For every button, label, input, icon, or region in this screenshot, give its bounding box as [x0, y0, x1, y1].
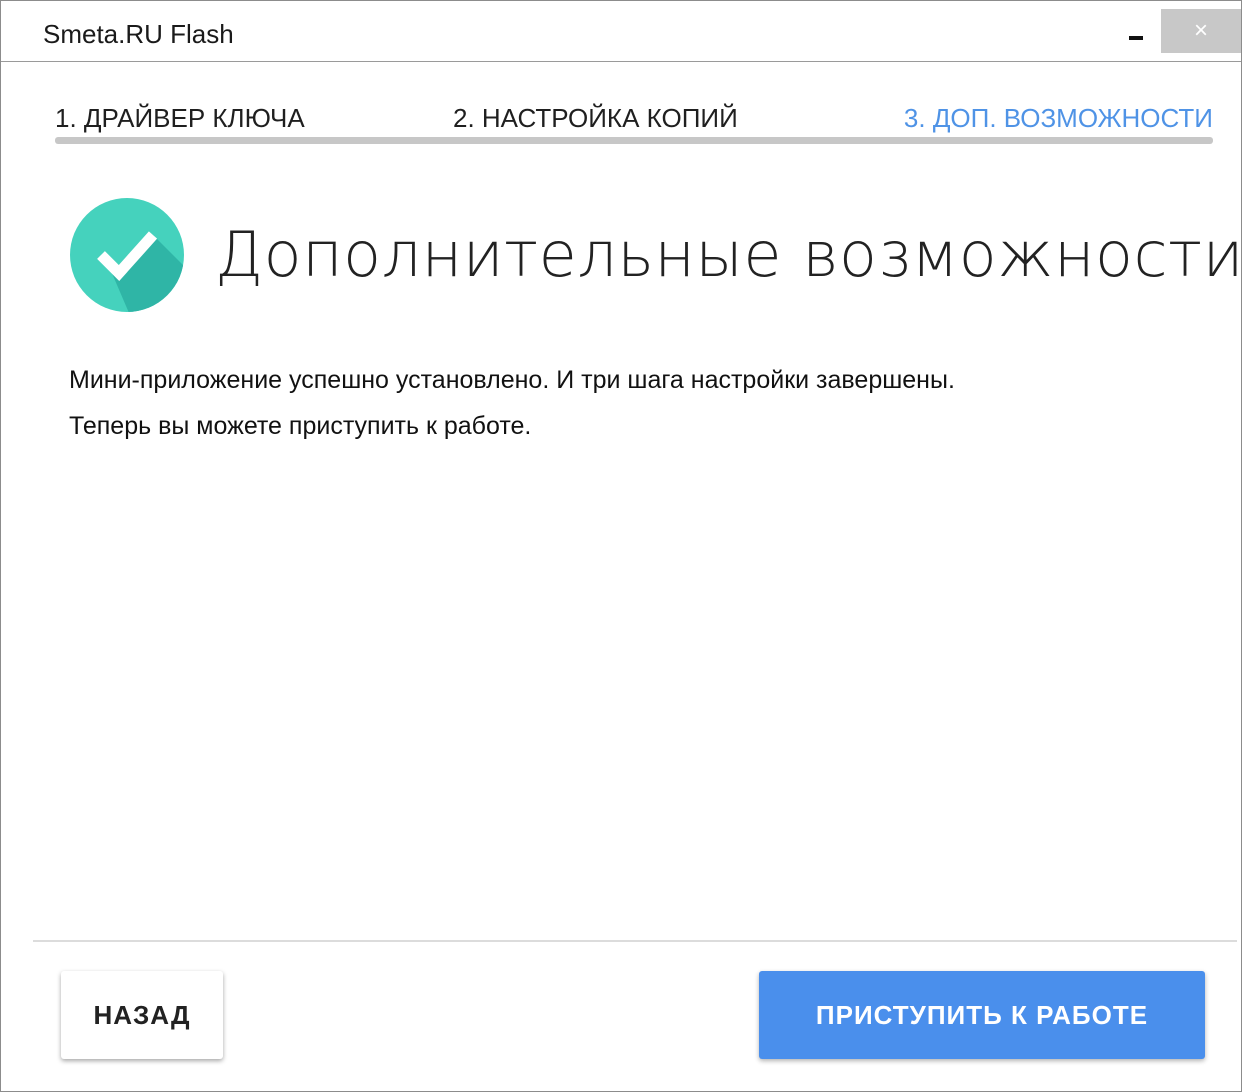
start-work-button[interactable]: ПРИСТУПИТЬ К РАБОТЕ — [759, 971, 1205, 1059]
back-button[interactable]: НАЗАД — [61, 971, 223, 1059]
window-title: Smeta.RU Flash — [43, 19, 234, 49]
wizard-steps: 1. ДРАЙВЕР КЛЮЧА 2. НАСТРОЙКА КОПИЙ 3. Д… — [55, 101, 1213, 135]
completion-message: Мини-приложение успешно установлено. И т… — [69, 357, 1189, 449]
footer-divider — [33, 940, 1237, 942]
step-driver: 1. ДРАЙВЕР КЛЮЧА — [55, 103, 305, 133]
minimize-icon — [1129, 36, 1143, 40]
installer-window: Smeta.RU Flash × 1. ДРАЙВЕР КЛЮЧА 2. НАС… — [0, 0, 1242, 1092]
minimize-button[interactable] — [1111, 9, 1161, 53]
page-title: Дополнительные возможности — [215, 218, 1242, 291]
close-button[interactable]: × — [1161, 9, 1241, 53]
close-icon: × — [1193, 17, 1208, 44]
step-extra-features: 3. ДОП. ВОЗМОЖНОСТИ — [903, 103, 1213, 133]
check-circle-icon — [70, 198, 184, 312]
message-line-1: Мини-приложение успешно установлено. И т… — [69, 366, 955, 394]
step-copies-setup: 2. НАСТРОЙКА КОПИЙ — [453, 103, 738, 133]
wizard-progress-bar — [55, 137, 1213, 144]
message-line-2: Теперь вы можете приступить к работе. — [69, 412, 532, 440]
title-bar: Smeta.RU Flash × — [1, 1, 1241, 62]
